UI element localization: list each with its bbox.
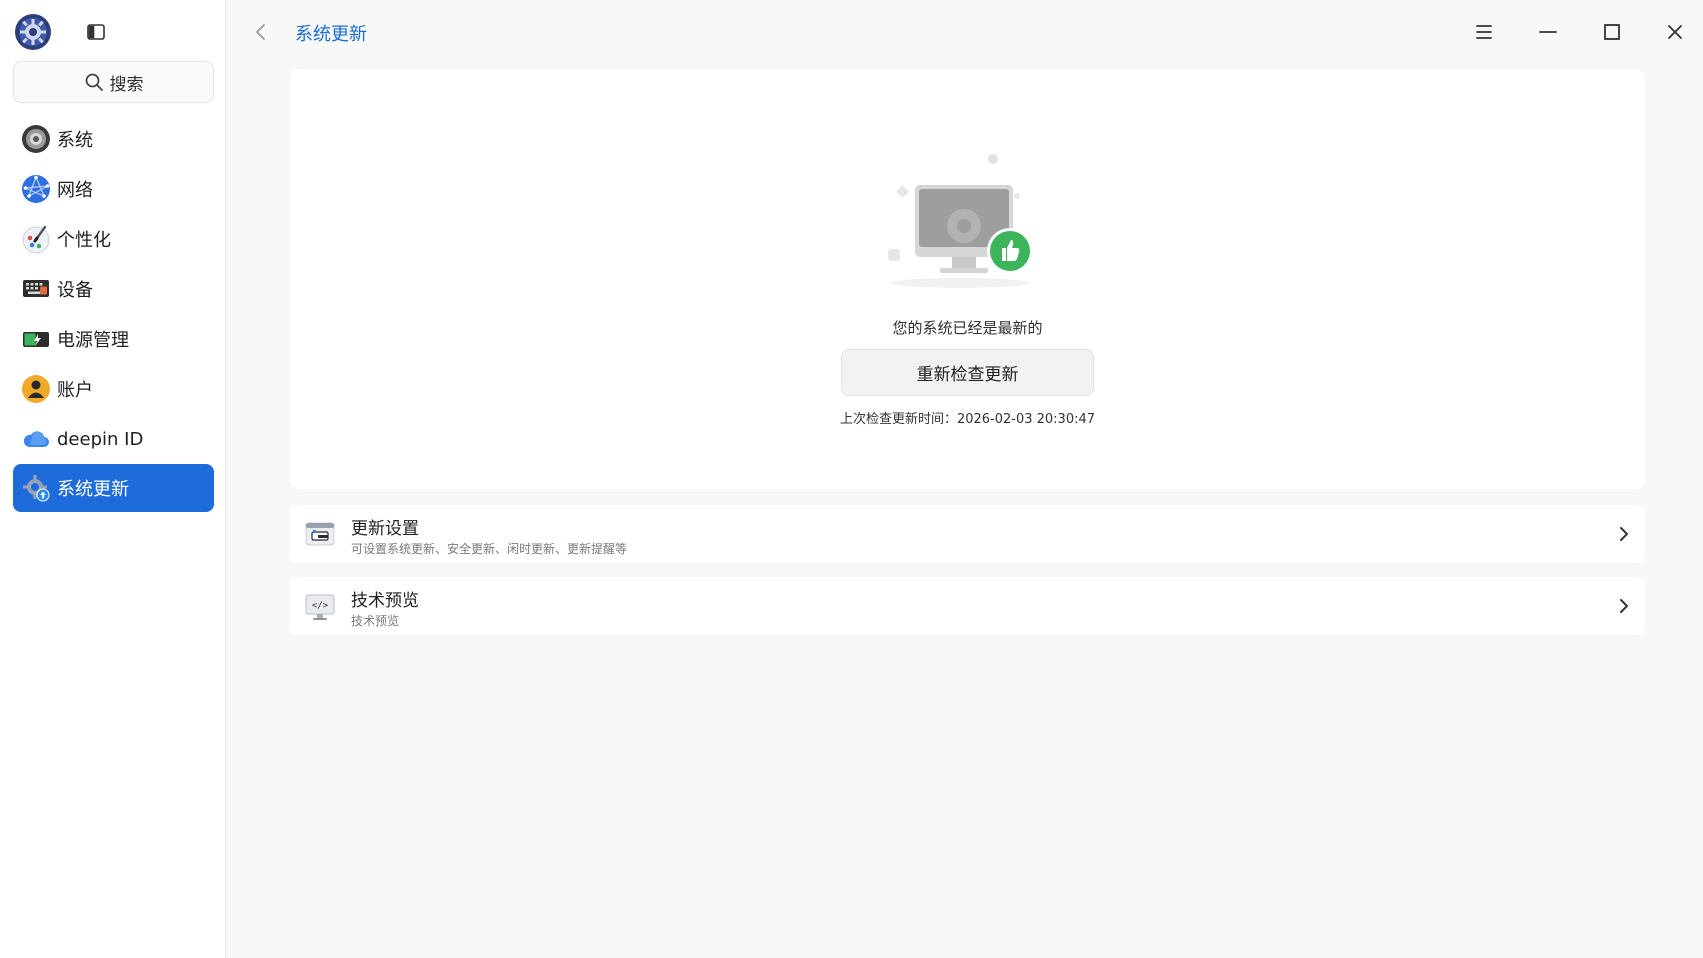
update-status-card: 您的系统已经是最新的 重新检查更新 上次检查更新时间：2026-02-03 20… — [290, 69, 1645, 489]
search-icon — [85, 73, 103, 91]
sidebar-item-account[interactable]: 账户 — [13, 365, 214, 413]
sidebar-item-system-update[interactable]: 系统更新 — [13, 464, 214, 512]
chevron-right-icon — [1620, 527, 1628, 541]
account-icon — [22, 375, 50, 403]
sidebar-item-label: 个性化 — [57, 230, 111, 251]
sidebar-item-system[interactable]: 系统 — [13, 115, 214, 163]
sidebar-item-power[interactable]: 电源管理 — [13, 315, 214, 363]
svg-text:</>: </> — [312, 601, 329, 611]
last-check-time: 上次检查更新时间：2026-02-03 20:30:47 — [839, 412, 1096, 427]
menu-icon[interactable] — [1471, 19, 1497, 45]
sidebar-item-label: deepin ID — [57, 428, 144, 450]
chevron-right-icon — [1620, 599, 1628, 613]
row-title: 技术预览 — [351, 591, 419, 611]
sidebar-item-devices[interactable]: 设备 — [13, 265, 214, 313]
sidebar-item-label: 网络 — [57, 180, 93, 201]
cloud-icon — [23, 431, 49, 447]
close-icon[interactable] — [1662, 19, 1688, 45]
power-icon — [23, 332, 49, 347]
tech-preview-row[interactable]: </> 技术预览 技术预览 — [290, 577, 1645, 635]
update-status-text: 您的系统已经是最新的 — [892, 319, 1043, 337]
row-subtitle: 可设置系统更新、安全更新、闲时更新、更新提醒等 — [351, 542, 628, 556]
devices-icon — [23, 280, 49, 297]
sidebar-toggle-icon[interactable] — [86, 22, 106, 42]
system-update-icon — [23, 475, 50, 502]
search-placeholder: 搜索 — [109, 74, 144, 95]
recheck-updates-button[interactable]: 重新检查更新 — [841, 349, 1094, 396]
search-input[interactable]: 搜索 — [13, 61, 214, 103]
up-to-date-illustration-icon — [888, 154, 1033, 288]
sidebar-item-label: 电源管理 — [57, 330, 129, 351]
sidebar-item-network[interactable]: 网络 — [13, 165, 214, 213]
sidebar-item-label: 账户 — [57, 380, 93, 401]
sidebar-item-deepin-id[interactable]: deepin ID — [13, 415, 214, 463]
personalization-icon — [22, 225, 50, 254]
sidebar-item-label: 系统 — [57, 130, 93, 151]
page-title: 系统更新 — [295, 24, 367, 45]
network-icon — [22, 175, 50, 203]
sidebar-item-personalization[interactable]: 个性化 — [13, 215, 214, 263]
sidebar-item-label: 设备 — [57, 280, 93, 301]
sidebar-item-label: 系统更新 — [57, 479, 129, 500]
update-settings-row[interactable]: 更新设置 可设置系统更新、安全更新、闲时更新、更新提醒等 — [290, 505, 1645, 563]
control-center-logo-icon — [15, 14, 51, 50]
tech-preview-icon: </> — [305, 594, 335, 620]
update-settings-icon — [305, 522, 335, 546]
maximize-icon[interactable] — [1599, 19, 1625, 45]
sidebar: 搜索 系统 网络 个性化 设备 电源管理 账户 deepin ID 系统更新 — [0, 0, 226, 958]
row-title: 更新设置 — [351, 519, 419, 539]
row-subtitle: 技术预览 — [351, 614, 400, 628]
minimize-icon[interactable] — [1535, 19, 1561, 45]
back-chevron-icon[interactable] — [251, 21, 271, 43]
system-icon — [22, 125, 50, 153]
